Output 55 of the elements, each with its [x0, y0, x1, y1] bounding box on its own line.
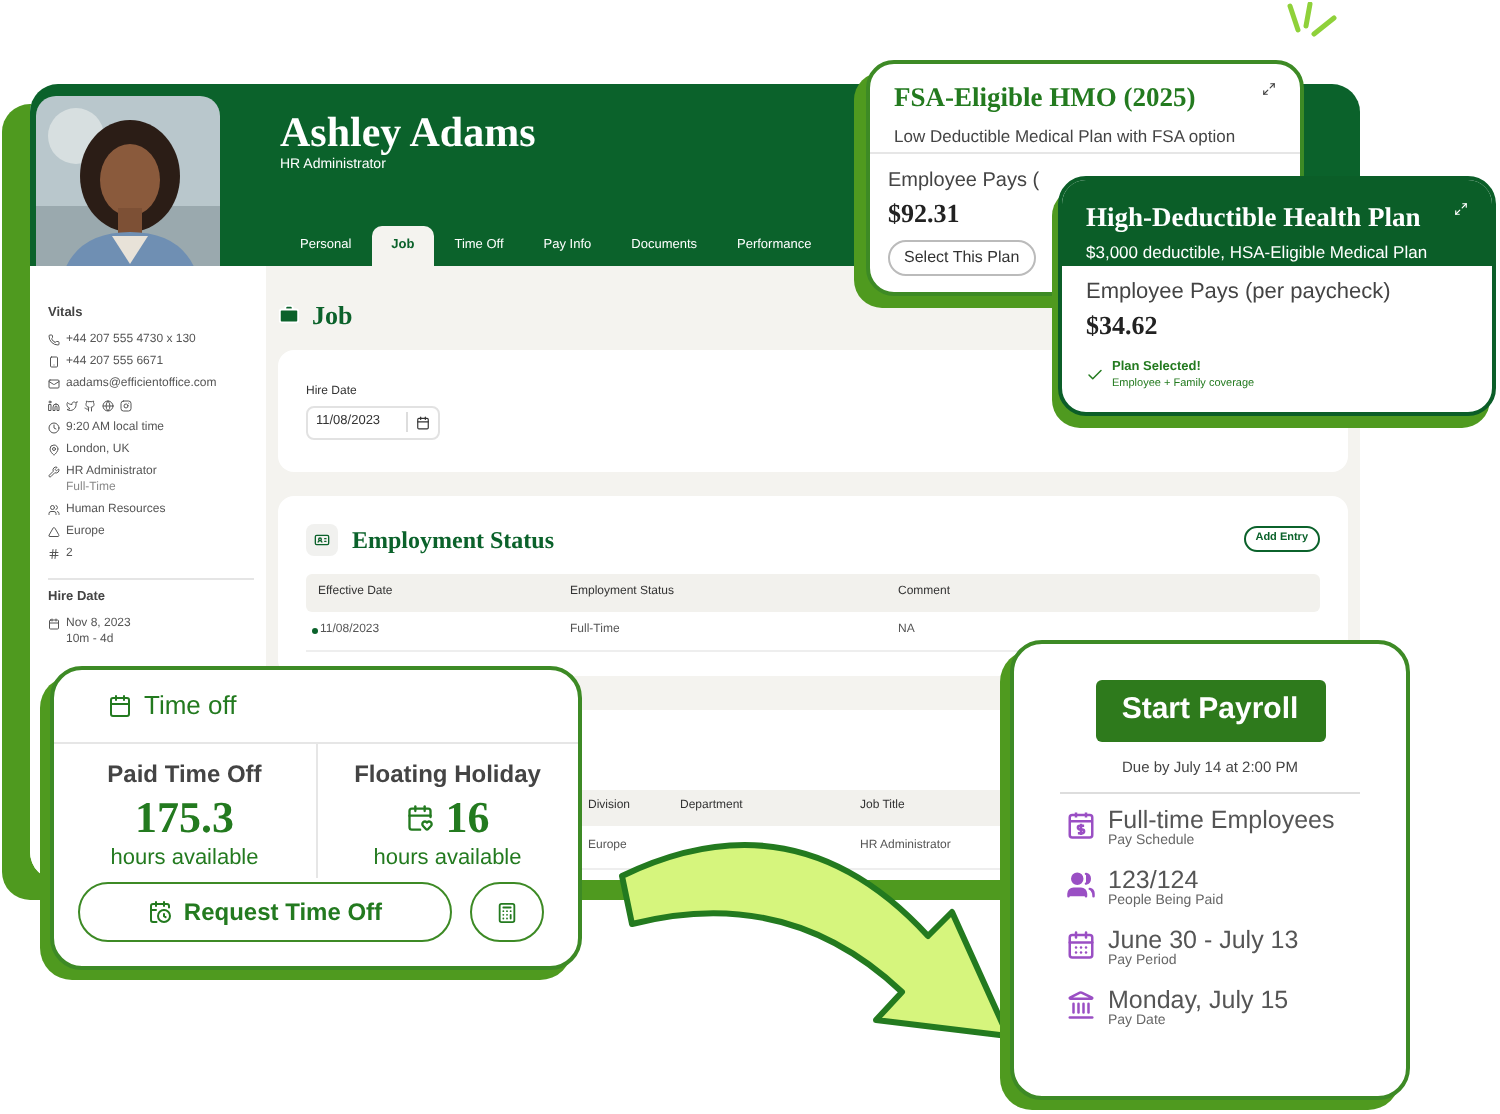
balance-label: Paid Time Off — [107, 758, 262, 792]
clock-icon — [48, 422, 60, 434]
pay-value: 123/124 — [1108, 866, 1199, 895]
balance-label: Floating Holiday — [354, 758, 541, 792]
pay-value: Full-time Employees — [1108, 806, 1335, 835]
calendar-dollar-icon — [1066, 810, 1096, 841]
id-card-icon — [306, 523, 338, 555]
section-title: Job — [312, 298, 353, 334]
bank-icon — [1066, 990, 1096, 1021]
pay-value: Monday, July 15 — [1108, 986, 1289, 1015]
calendar-heart-icon — [405, 803, 434, 831]
people-icon — [1066, 870, 1096, 901]
select-plan-button[interactable]: Select This Plan — [888, 239, 1036, 275]
pays-label: Employee Pays (per paycheck) — [1086, 280, 1391, 306]
expand-icon[interactable] — [1262, 82, 1276, 96]
balance-value: 16 — [445, 792, 490, 842]
calendar-icon — [108, 694, 132, 718]
plan-title: High-Deductible Health Plan — [1086, 200, 1423, 236]
check-icon — [1086, 366, 1104, 384]
calendar-icon[interactable] — [416, 415, 430, 429]
calculator-button[interactable] — [470, 882, 544, 942]
start-payroll-button[interactable]: Start Payroll — [1095, 680, 1325, 742]
card-title: Employment Status — [352, 523, 557, 557]
request-time-off-button[interactable]: Request Time Off — [78, 882, 452, 942]
balance-unit: hours available — [110, 844, 259, 874]
globe-icon[interactable] — [102, 400, 114, 412]
plan-price: $34.62 — [1086, 308, 1158, 344]
card-title: Time off — [144, 688, 237, 725]
github-icon[interactable] — [84, 400, 96, 412]
triangle-icon — [48, 526, 60, 538]
mobile-phone-icon — [48, 356, 60, 368]
wrench-icon — [48, 466, 60, 478]
calendar-clock-icon — [147, 900, 172, 924]
plan-subtitle: Low Deductible Medical Plan with FSA option — [894, 124, 1238, 150]
plan-subtitle: $3,000 deductible, HSA-Eligible Medical Plan — [1086, 240, 1430, 266]
expand-icon[interactable] — [1454, 202, 1468, 216]
plan-title: FSA-Eligible HMO (2025) — [894, 80, 1198, 116]
pays-label: Employee Pays ( — [888, 168, 1040, 194]
calendar-icon — [48, 618, 60, 630]
plan-price: $92.31 — [888, 196, 960, 232]
balance-unit: hours available — [373, 844, 522, 874]
briefcase-icon — [278, 304, 300, 327]
twitter-icon[interactable] — [66, 400, 78, 412]
linkedin-icon[interactable] — [48, 400, 60, 412]
map-pin-icon — [48, 444, 60, 456]
mail-icon — [48, 378, 60, 390]
hash-icon — [48, 548, 60, 560]
balance-value: 175.3 — [135, 792, 234, 842]
people-icon — [48, 504, 60, 516]
pay-value: June 30 - July 13 — [1108, 926, 1299, 955]
calendar-icon — [1066, 930, 1096, 961]
profile-name: Ashley Adams — [280, 108, 536, 156]
instagram-icon[interactable] — [120, 400, 132, 412]
phone-icon — [48, 334, 60, 346]
calculator-icon — [496, 901, 518, 923]
